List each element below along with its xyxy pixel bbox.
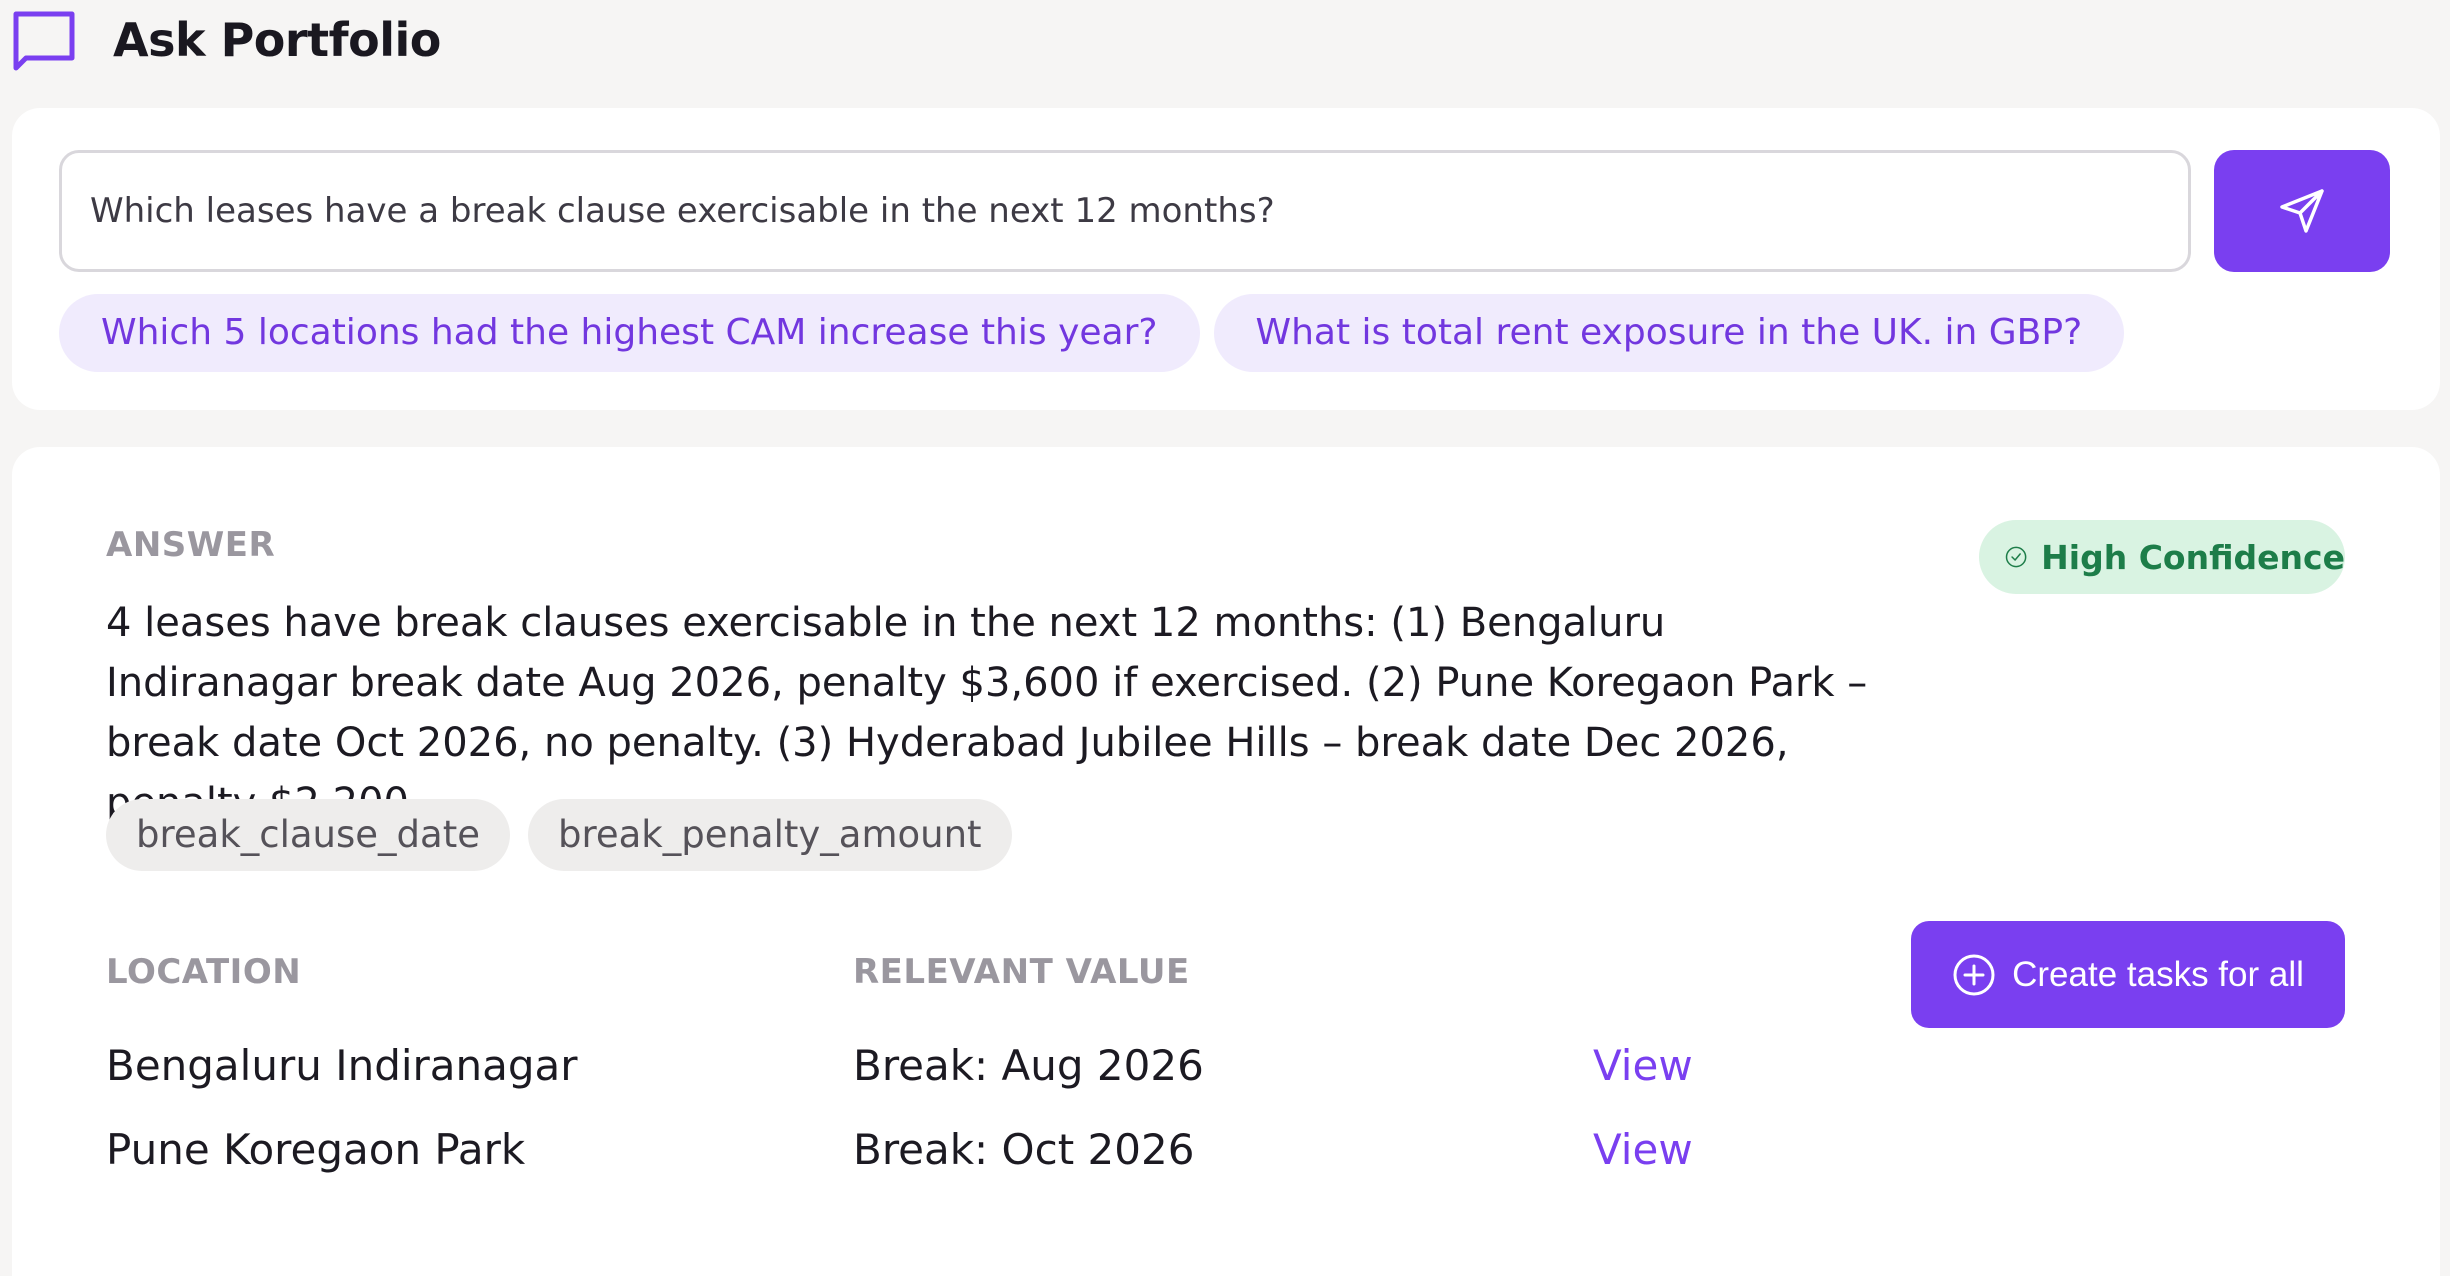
send-icon bbox=[2280, 189, 2324, 233]
plus-circle-icon bbox=[1953, 954, 1995, 995]
query-panel: Which 5 locations had the highest CAM in… bbox=[12, 108, 2440, 410]
field-tags: break_clause_date break_penalty_amount bbox=[106, 799, 1012, 871]
answer-panel: ANSWER High Confidence 4 leases have bre… bbox=[12, 447, 2440, 1276]
suggestion-chip[interactable]: Which 5 locations had the highest CAM in… bbox=[59, 294, 1200, 372]
create-tasks-button[interactable]: Create tasks for all bbox=[1911, 921, 2345, 1028]
view-link[interactable]: View bbox=[1593, 1031, 1693, 1101]
table-row: Pune Koregaon Park Break: Oct 2026 View bbox=[12, 1115, 2440, 1185]
relevant-value-cell: Break: Oct 2026 bbox=[853, 1125, 1195, 1174]
page-title: Ask Portfolio bbox=[113, 13, 441, 67]
confidence-label: High Confidence bbox=[2041, 537, 2345, 577]
column-header-relevant-value: RELEVANT VALUE bbox=[853, 952, 1190, 992]
answer-text: 4 leases have break clauses exercisable … bbox=[106, 600, 1868, 826]
chat-bubble-icon bbox=[13, 11, 75, 71]
page-header: Ask Portfolio bbox=[0, 0, 2450, 100]
table-row: Bengaluru Indiranagar Break: Aug 2026 Vi… bbox=[12, 1031, 2440, 1101]
question-input[interactable] bbox=[59, 150, 2191, 272]
suggestion-chip[interactable]: What is total rent exposure in the UK. i… bbox=[1213, 294, 2125, 372]
relevant-value-cell: Break: Aug 2026 bbox=[853, 1041, 1204, 1090]
location-cell: Pune Koregaon Park bbox=[106, 1125, 526, 1174]
column-header-location: LOCATION bbox=[106, 952, 302, 992]
view-link[interactable]: View bbox=[1593, 1115, 1693, 1185]
confidence-badge: High Confidence bbox=[1979, 520, 2345, 594]
field-tag: break_penalty_amount bbox=[527, 799, 1012, 871]
create-tasks-label: Create tasks for all bbox=[2012, 954, 2304, 994]
send-button[interactable] bbox=[2214, 150, 2390, 272]
answer-label: ANSWER bbox=[106, 525, 276, 565]
check-circle-icon bbox=[2005, 546, 2027, 568]
field-tag: break_clause_date bbox=[106, 799, 510, 871]
location-cell: Bengaluru Indiranagar bbox=[106, 1041, 578, 1090]
suggestion-chips: Which 5 locations had the highest CAM in… bbox=[59, 294, 2125, 372]
